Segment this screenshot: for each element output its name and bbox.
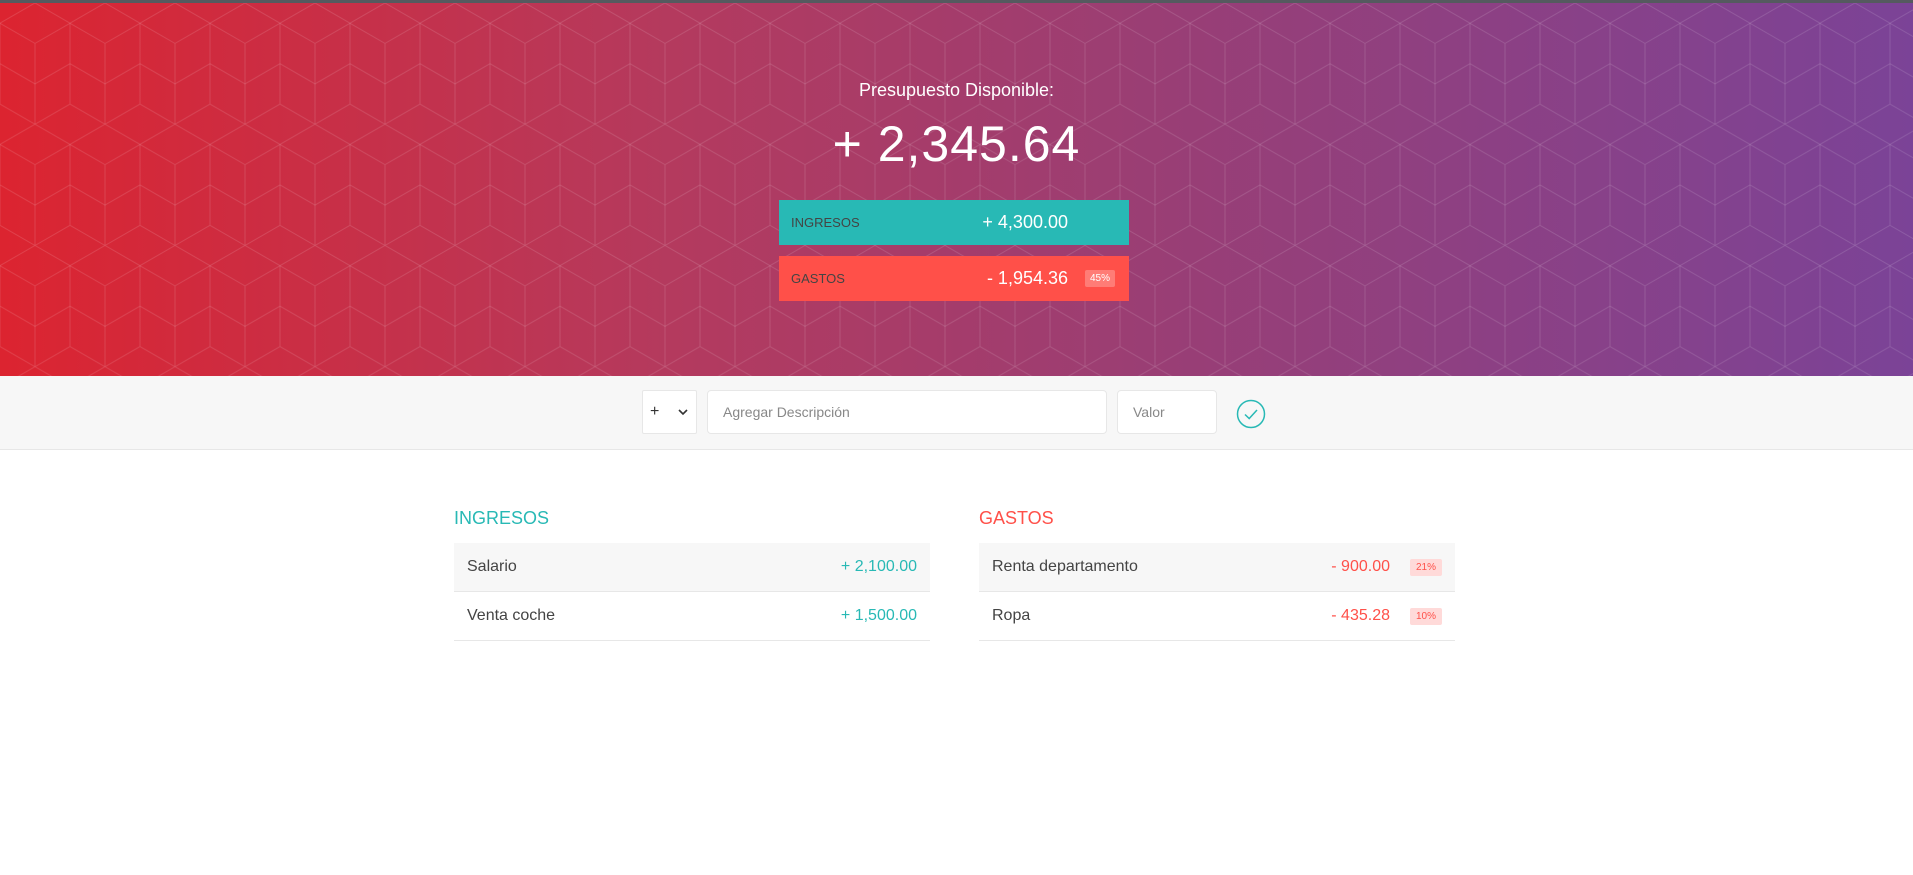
- item-value: + 1,500.00: [840, 607, 917, 624]
- expense-percentage-slot: 45%: [1068, 270, 1115, 287]
- item-value: - 900.00: [1331, 558, 1390, 575]
- income-summary-value: + 4,300.00: [982, 212, 1068, 232]
- item-description: Salario: [467, 558, 517, 575]
- income-list-title: Ingresos: [454, 508, 550, 528]
- item-percentage-badge: 21%: [1410, 558, 1442, 576]
- budget-summary: Presupuesto Disponible: + 2,345.64 Ingre…: [0, 3, 1913, 376]
- list-item[interactable]: Ropa - 435.28 10%: [979, 592, 1455, 641]
- type-select[interactable]: +: [642, 390, 697, 434]
- type-select-value: +: [650, 403, 660, 420]
- checkmark-circle-icon[interactable]: [1236, 399, 1266, 429]
- income-summary-label: Ingresos: [791, 215, 860, 230]
- item-description: Venta coche: [467, 607, 556, 624]
- expense-summary: Gastos - 1,954.36 45%: [779, 256, 1129, 301]
- budget-header: Presupuesto Disponible: + 2,345.64 Ingre…: [0, 3, 1913, 376]
- income-list: Ingresos Salario + 2,100.00 Venta coche …: [454, 508, 930, 641]
- list-item[interactable]: Venta coche + 1,500.00: [454, 592, 930, 641]
- available-budget-value: + 2,345.64: [832, 116, 1081, 172]
- item-description: Renta departamento: [992, 558, 1138, 575]
- expense-summary-value: - 1,954.36: [986, 268, 1068, 288]
- list-item[interactable]: Salario + 2,100.00: [454, 543, 930, 592]
- description-input[interactable]: [707, 390, 1107, 434]
- value-input[interactable]: [1117, 390, 1217, 434]
- budget-title: Presupuesto Disponible:: [858, 80, 1055, 100]
- item-value: + 2,100.00: [840, 558, 917, 575]
- expense-summary-label: Gastos: [791, 271, 845, 286]
- chevron-down-icon: [678, 409, 688, 416]
- expense-list: Gastos Renta departamento - 900.00 21% R…: [979, 508, 1455, 641]
- add-entry-bar: +: [0, 376, 1913, 450]
- item-description: Ropa: [992, 607, 1031, 624]
- expense-list-title: Gastos: [979, 508, 1054, 528]
- list-item[interactable]: Renta departamento - 900.00 21%: [979, 543, 1455, 592]
- income-summary: Ingresos + 4,300.00: [779, 200, 1129, 245]
- expense-percentage-badge: 45%: [1084, 270, 1115, 287]
- item-value: - 435.28: [1331, 607, 1390, 624]
- item-percentage-badge: 10%: [1410, 607, 1442, 625]
